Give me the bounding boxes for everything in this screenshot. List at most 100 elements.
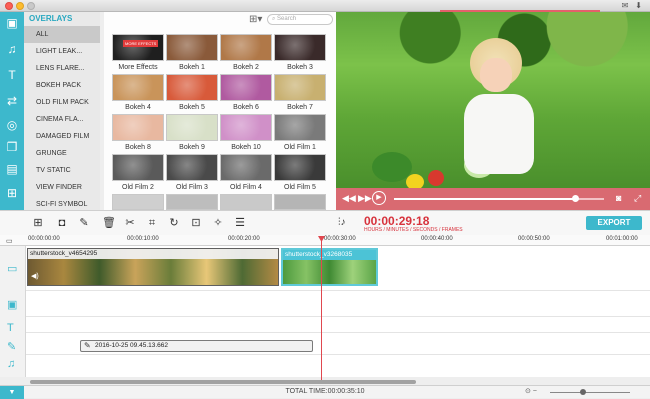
overlay-thumbnail[interactable]	[220, 154, 272, 181]
overlay-category-item[interactable]: BOKEH PACK	[24, 77, 100, 94]
window-maximize-button[interactable]	[27, 2, 35, 10]
window-minimize-button[interactable]	[16, 2, 24, 10]
overlay-thumbnail[interactable]	[274, 114, 326, 141]
overlay-thumbnail-label: Bokeh 9	[179, 144, 205, 151]
overlay-thumbnail-label: Bokeh 6	[233, 104, 259, 111]
snapshot-icon[interactable]: ◙	[616, 193, 621, 203]
timeline-ruler[interactable]: ▭ 00:00:00:00 00:00:10:00 00:00:20:00 00:00…	[0, 235, 650, 246]
fast-forward-icon[interactable]: ▶▶	[358, 193, 372, 204]
overlay-category-item[interactable]: LENS FLARE...	[24, 60, 100, 77]
volume-icon[interactable]: ◀)	[31, 272, 39, 280]
overlay-category-item[interactable]: LIGHT LEAK...	[24, 43, 100, 60]
filter-icon[interactable]: ◎	[5, 118, 19, 132]
overlay-thumbnail[interactable]	[166, 114, 218, 141]
video-clip[interactable]: shutterstock_v4654295 ◀)	[27, 248, 279, 286]
timeline-toolbar: ⊞ ◘ ✎ 🗑 ✂ ⌗ ↻ ⊡ ✧ ☰ ⫶♪ 00:00:29:18 HOURS…	[0, 210, 650, 235]
overlay-thumbnail-label: Bokeh 7	[287, 104, 313, 111]
overlay-icon[interactable]: ❐	[5, 140, 19, 154]
overlay-category-item[interactable]: VIEW FINDER	[24, 179, 100, 196]
preview-pepper	[406, 174, 424, 188]
playhead-line[interactable]	[321, 238, 322, 380]
record-icon[interactable]: ◘	[56, 217, 68, 229]
edit-icon[interactable]: ✎	[78, 217, 90, 229]
track-icons: ▭ ▣ T ✎ ♫	[0, 246, 26, 377]
delete-icon[interactable]: 🗑	[102, 217, 116, 229]
overlay-thumbnail-label: Bokeh 2	[233, 64, 259, 71]
window-close-button[interactable]	[5, 2, 13, 10]
zoom-fit-icon[interactable]: ⊙ −	[525, 387, 537, 395]
ruler-tick-label: 00:00:40:00	[421, 236, 453, 242]
current-timecode: 00:00:29:18	[364, 214, 430, 228]
rewind-icon[interactable]: ◀◀	[342, 193, 356, 204]
audio-mixer-icon[interactable]: ⫶♪	[338, 217, 346, 228]
timeline-scrollbar[interactable]	[30, 380, 416, 384]
overlay-thumbnail-label: Bokeh 5	[179, 104, 205, 111]
transition-icon[interactable]: ⇄	[5, 94, 19, 108]
feedback-icon[interactable]: ✉	[622, 1, 629, 10]
overlay-thumbnail[interactable]	[112, 114, 164, 141]
preview-seek-knob[interactable]	[571, 195, 579, 202]
split-icon[interactable]: ✂	[124, 217, 136, 229]
overlay-thumbnail[interactable]	[220, 114, 272, 141]
ruler-settings-icon[interactable]: ▭	[6, 237, 13, 245]
color-icon[interactable]: ✧	[212, 217, 224, 229]
text-icon[interactable]: T	[5, 68, 19, 82]
overlay-thumbnail[interactable]	[112, 74, 164, 101]
search-input[interactable]: ⌕ Search	[267, 14, 333, 25]
download-icon[interactable]: ⬇	[635, 1, 642, 10]
overlay-thumbnail[interactable]: MORE EFFECTS	[112, 34, 164, 61]
overlay-thumbnail[interactable]	[166, 154, 218, 181]
overlay-thumbnail[interactable]	[166, 74, 218, 101]
export-button[interactable]: EXPORT	[586, 216, 642, 230]
element-icon[interactable]: ▤	[5, 162, 19, 176]
voiceover-clip[interactable]: 2016-10-25 09.45.13.662	[80, 340, 313, 352]
clip-title: shutterstock_v3268035	[283, 250, 376, 260]
overlay-thumbnail-label: Old Film 3	[176, 184, 208, 191]
overlay-thumbnail-label: Bokeh 3	[287, 64, 313, 71]
ruler-tick-label: 00:00:20:00	[228, 236, 260, 242]
clip-title: shutterstock_v4654295	[28, 249, 278, 259]
overlay-thumbnail[interactable]	[220, 74, 272, 101]
preview-seek-bar[interactable]	[394, 195, 604, 202]
overlay-thumbnail[interactable]	[112, 154, 164, 181]
music-track-icon: ♫	[7, 358, 16, 370]
overlay-thumbnail[interactable]	[274, 194, 326, 210]
video-preview[interactable]	[336, 12, 650, 188]
overlay-thumbnail[interactable]	[274, 154, 326, 181]
overlay-thumbnail[interactable]	[274, 74, 326, 101]
overlay-thumbnail[interactable]	[166, 194, 218, 210]
overlay-thumbnail[interactable]	[112, 194, 164, 210]
overlay-category-item[interactable]: CINEMA FLA...	[24, 111, 100, 128]
overlay-category-item[interactable]: OLD FILM PACK	[24, 94, 100, 111]
play-button[interactable]: ▶	[372, 191, 386, 205]
overlay-category-item[interactable]: DAMAGED FILM	[24, 128, 100, 145]
speed-icon[interactable]: ⊡	[190, 217, 202, 229]
menu-icon[interactable]: ☰	[234, 217, 246, 229]
timeline-tracks: ▭ ▣ T ✎ ♫ shutterstock_v4654295 ◀) shutt…	[0, 246, 650, 377]
split-screen-icon[interactable]: ⊞	[5, 186, 19, 200]
fullscreen-icon[interactable]: ⤢	[634, 193, 641, 204]
music-icon[interactable]: ♫	[5, 42, 19, 56]
add-media-icon[interactable]: ⊞	[32, 217, 44, 229]
crop-icon[interactable]: ⌗	[146, 217, 158, 229]
overlay-category-item[interactable]: TV STATIC	[24, 162, 100, 179]
rotate-icon[interactable]: ↻	[168, 217, 180, 229]
overlay-thumbnail-grid: ⊞▾ ⌕ Search MORE EFFECTS More Effects Boke…	[104, 12, 438, 210]
zoom-slider-knob[interactable]	[580, 389, 586, 395]
overlay-thumbnail[interactable]	[220, 194, 272, 210]
image-track-icon: ▣	[7, 299, 18, 311]
overlay-thumbnail-label: Bokeh 10	[231, 144, 261, 151]
media-type-rail: ▣ ♫ T ⇄ ◎ ❐ ▤ ⊞	[0, 12, 24, 210]
grid-view-icon[interactable]: ⊞▾	[249, 14, 262, 25]
overlay-category-item[interactable]: ALL	[24, 26, 100, 43]
overlay-category-item[interactable]: GRUNGE	[24, 145, 100, 162]
overlays-title: OVERLAYS	[29, 14, 73, 23]
timecode-format-hint: HOURS / MINUTES / SECONDS / FRAMES	[364, 227, 463, 233]
overlay-thumbnail[interactable]	[220, 34, 272, 61]
overlay-category-panel: OVERLAYS ALL LIGHT LEAK... LENS FLARE... BO…	[24, 12, 125, 210]
zoom-slider[interactable]	[550, 392, 630, 393]
media-icon[interactable]: ▣	[5, 16, 19, 30]
overlay-thumbnail[interactable]	[166, 34, 218, 61]
overlay-thumbnail[interactable]	[274, 34, 326, 61]
video-clip-selected[interactable]: shutterstock_v3268035	[281, 248, 378, 286]
